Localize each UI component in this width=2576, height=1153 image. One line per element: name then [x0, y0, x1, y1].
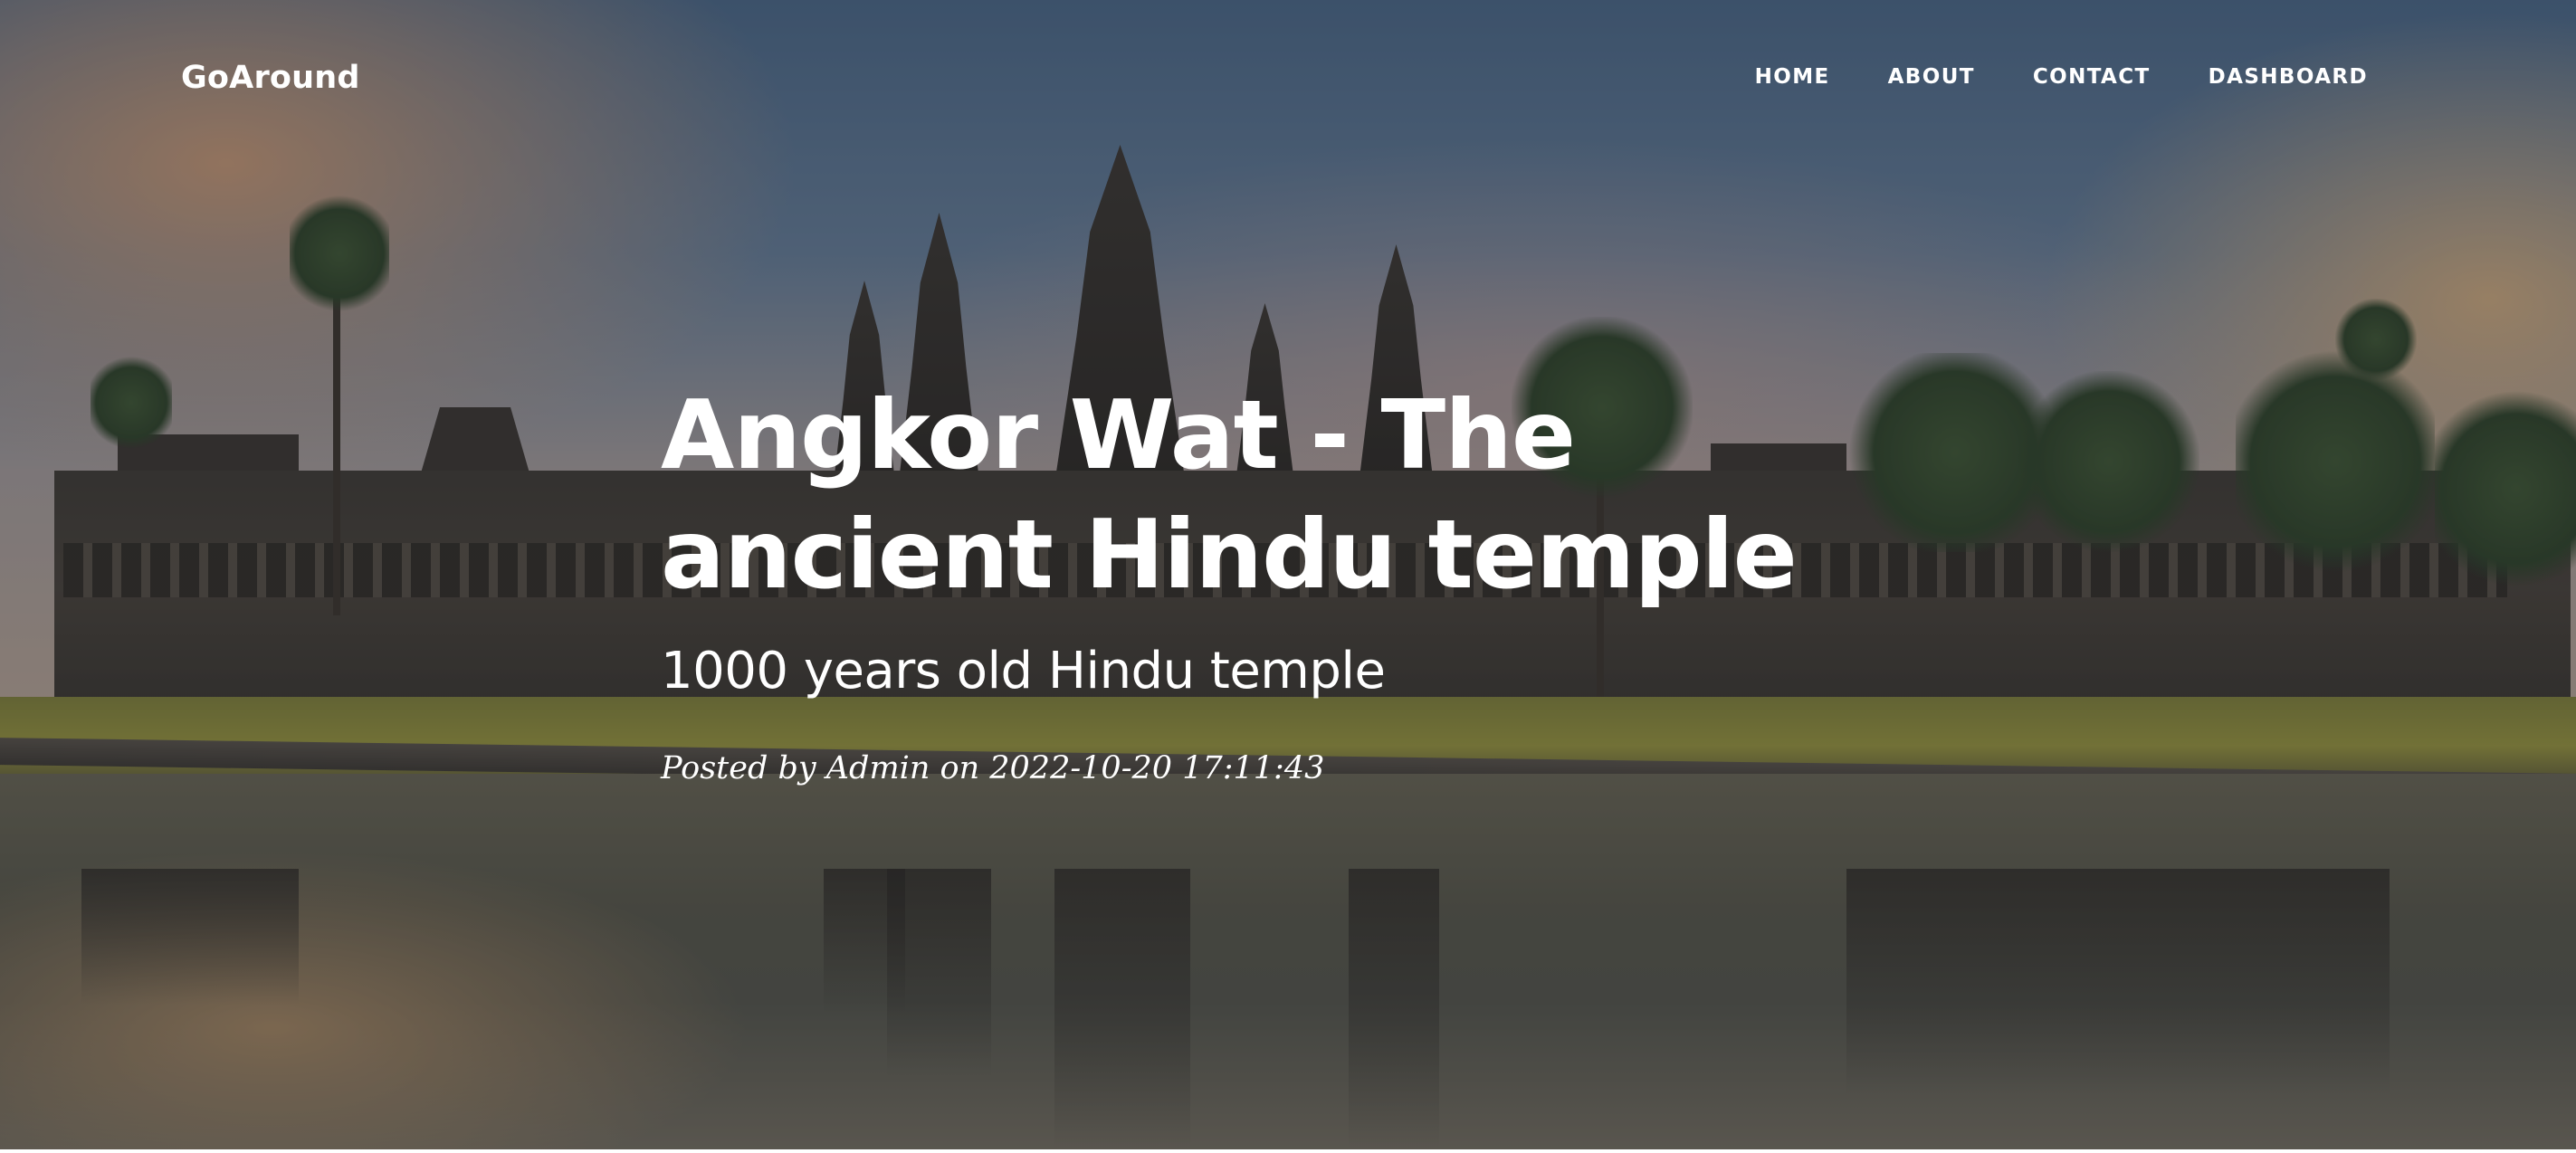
post-date: 2022-10-20 17:11:43 [989, 750, 1325, 786]
post-header-hero: GoAround HOME ABOUT CONTACT DASHBOARD An… [0, 0, 2576, 1149]
post-meta-on: on [930, 750, 990, 786]
nav-contact-link[interactable]: CONTACT [2004, 65, 2180, 89]
post-title: Angkor Wat - The ancient Hindu temple [661, 380, 1798, 610]
nav-about-link[interactable]: ABOUT [1859, 65, 2004, 89]
nav-dashboard-link[interactable]: DASHBOARD [2180, 65, 2368, 89]
main-navbar: GoAround HOME ABOUT CONTACT DASHBOARD [0, 0, 2576, 154]
brand-logo-link[interactable]: GoAround [181, 60, 360, 96]
post-meta-prefix: Posted by [661, 750, 826, 786]
post-subtitle: 1000 years old Hindu temple [661, 642, 1386, 700]
post-author: Admin [825, 750, 930, 786]
nav-home-link[interactable]: HOME [1726, 65, 1859, 89]
nav-links: HOME ABOUT CONTACT DASHBOARD [1726, 65, 2368, 89]
post-meta: Posted by Admin on 2022-10-20 17:11:43 [661, 750, 1837, 786]
post-heading: Angkor Wat - The ancient Hindu temple 10… [661, 376, 1837, 786]
page-bottom-edge [0, 1149, 2576, 1153]
